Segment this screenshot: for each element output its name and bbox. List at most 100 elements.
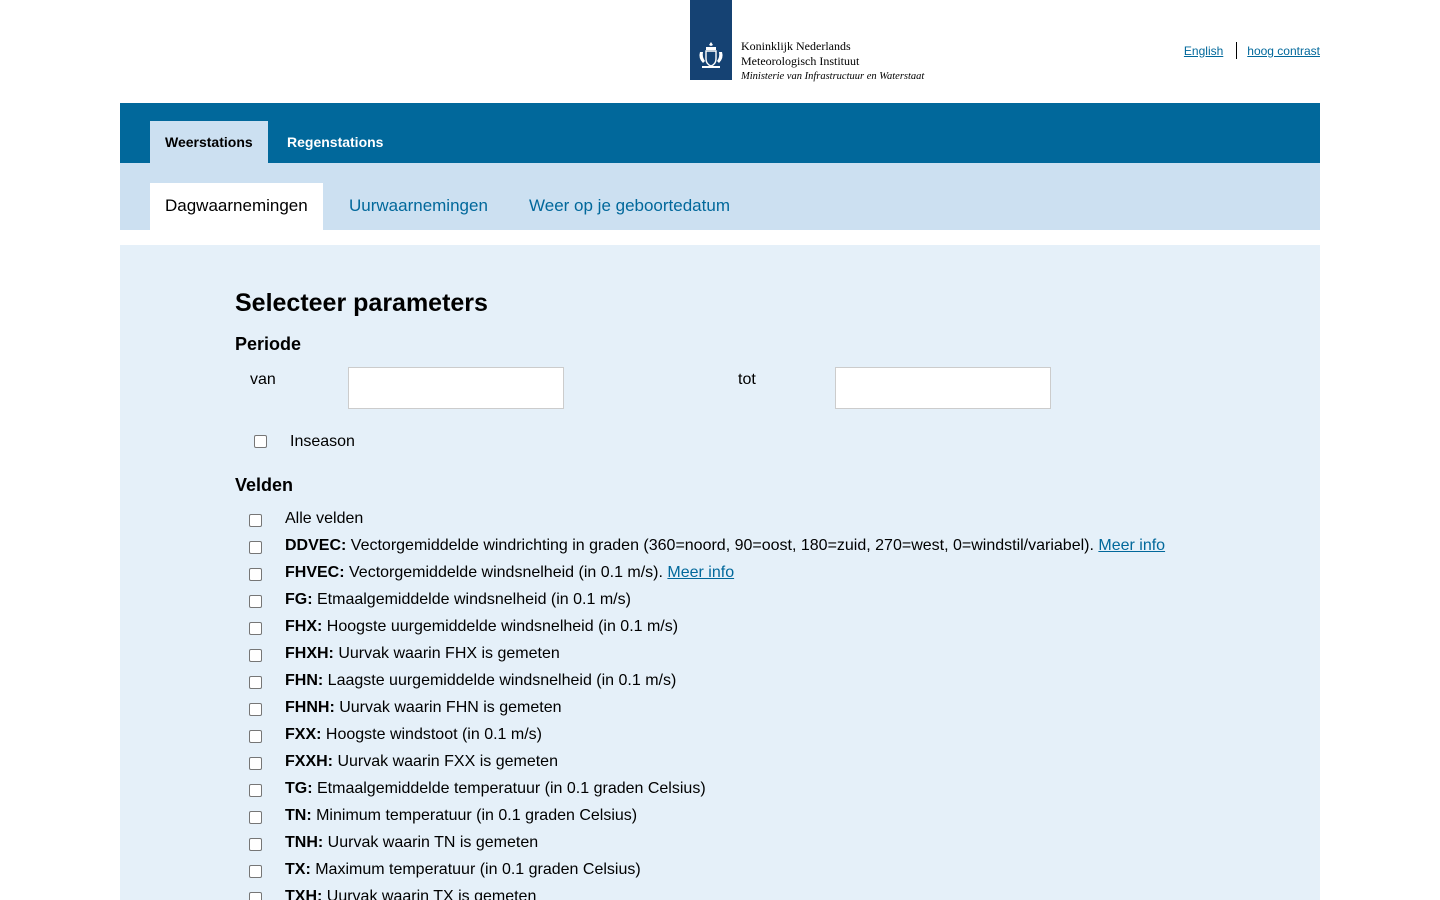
site-header: Koninklijk Nederlands Meteorologisch Ins…	[0, 0, 1440, 103]
high-contrast-link[interactable]: hoog contrast	[1247, 44, 1320, 58]
field-row: TG: Etmaalgemiddelde temperatuur (in 0.1…	[235, 778, 1235, 805]
field-row: FHNH: Uurvak waarin FHN is gemeten	[235, 697, 1235, 724]
field-checkbox[interactable]	[249, 811, 262, 824]
field-row: FG: Etmaalgemiddelde windsnelheid (in 0.…	[235, 589, 1235, 616]
field-checkbox[interactable]	[249, 622, 262, 635]
field-description: Uurvak waarin TN is gemeten	[323, 834, 539, 851]
field-checkbox[interactable]	[249, 838, 262, 851]
secondary-nav: Dagwaarnemingen Uurwaarnemingen Weer op …	[120, 163, 1320, 230]
field-label: TN: Minimum temperatuur (in 0.1 graden C…	[285, 807, 637, 825]
field-code: TNH:	[285, 834, 324, 851]
field-code: FXX:	[285, 726, 322, 743]
from-label: van	[250, 371, 276, 388]
to-date-input[interactable]	[835, 367, 1051, 409]
field-checkbox[interactable]	[249, 649, 262, 662]
primary-nav: Weerstations Regenstations	[120, 103, 1320, 163]
org-name-line1: Koninklijk Nederlands	[741, 39, 851, 53]
field-checkbox[interactable]	[249, 784, 262, 797]
field-description: Uurvak waarin FHN is gemeten	[334, 699, 562, 716]
field-description: Hoogste windstoot (in 0.1 m/s)	[321, 726, 542, 743]
field-label: DDVEC: Vectorgemiddelde windrichting in …	[285, 537, 1165, 555]
tab-dagwaarnemingen[interactable]: Dagwaarnemingen	[150, 183, 323, 230]
field-description: Uurvak waarin TX is gemeten	[322, 888, 537, 900]
field-description: Uurvak waarin FXX is gemeten	[333, 753, 558, 770]
coat-of-arms-icon	[699, 42, 723, 68]
field-checkbox[interactable]	[249, 595, 262, 608]
rijksoverheid-logo[interactable]	[690, 0, 732, 80]
field-row: TXH: Uurvak waarin TX is gemeten	[235, 886, 1235, 900]
org-name-line2: Meteorologisch Instituut	[741, 54, 860, 68]
field-code: TN:	[285, 807, 312, 824]
meer-info-link[interactable]: Meer info	[1098, 537, 1165, 554]
field-row: TNH: Uurvak waarin TN is gemeten	[235, 832, 1235, 859]
utility-links: English hoog contrast	[1184, 42, 1320, 59]
parameter-panel: Selecteer parameters Periode van tot Ins…	[120, 245, 1320, 900]
field-description: Uurvak waarin FHX is gemeten	[333, 645, 560, 662]
field-row: FXXH: Uurvak waarin FXX is gemeten	[235, 751, 1235, 778]
tab-regenstations[interactable]: Regenstations	[272, 121, 398, 163]
field-checkbox[interactable]	[249, 676, 262, 689]
field-description: Hoogste uurgemiddelde windsnelheid (in 0…	[322, 618, 679, 635]
field-label: TNH: Uurvak waarin TN is gemeten	[285, 834, 538, 852]
field-row: FHVEC: Vectorgemiddelde windsnelheid (in…	[235, 562, 1235, 589]
field-description: Etmaalgemiddelde temperatuur (in 0.1 gra…	[312, 780, 706, 797]
all-fields-checkbox[interactable]	[249, 514, 262, 527]
field-label: FXXH: Uurvak waarin FXX is gemeten	[285, 753, 558, 771]
field-label: TX: Maximum temperatuur (in 0.1 graden C…	[285, 861, 641, 879]
to-label: tot	[738, 371, 756, 388]
field-description: Maximum temperatuur (in 0.1 graden Celsi…	[310, 861, 641, 878]
ministry-name: Ministerie van Infrastructuur en Waterst…	[741, 71, 925, 82]
field-code: FHN:	[285, 672, 324, 689]
organisation-name: Koninklijk Nederlands Meteorologisch Ins…	[741, 39, 924, 84]
all-fields-label: Alle velden	[285, 510, 364, 527]
field-code: TXH:	[285, 888, 323, 900]
field-label: FXX: Hoogste windstoot (in 0.1 m/s)	[285, 726, 542, 744]
field-row: FHX: Hoogste uurgemiddelde windsnelheid …	[235, 616, 1235, 643]
field-code: DDVEC:	[285, 537, 347, 554]
field-checkbox[interactable]	[249, 730, 262, 743]
field-description: Vectorgemiddelde windrichting in graden …	[346, 537, 1099, 554]
field-checkbox[interactable]	[249, 892, 262, 900]
inseason-label: Inseason	[290, 433, 355, 450]
field-label: FHVEC: Vectorgemiddelde windsnelheid (in…	[285, 564, 734, 582]
tab-uurwaarnemingen[interactable]: Uurwaarnemingen	[334, 183, 503, 230]
field-checkbox[interactable]	[249, 865, 262, 878]
field-description: Vectorgemiddelde windsnelheid (in 0.1 m/…	[344, 564, 668, 581]
field-row: TX: Maximum temperatuur (in 0.1 graden C…	[235, 859, 1235, 886]
field-label: TG: Etmaalgemiddelde temperatuur (in 0.1…	[285, 780, 706, 798]
field-label: FHXH: Uurvak waarin FHX is gemeten	[285, 645, 560, 663]
field-label: FHNH: Uurvak waarin FHN is gemeten	[285, 699, 562, 717]
field-description: Etmaalgemiddelde windsnelheid (in 0.1 m/…	[312, 591, 631, 608]
tab-weerstations[interactable]: Weerstations	[150, 121, 268, 163]
field-code: FXXH:	[285, 753, 333, 770]
field-code: FHVEC:	[285, 564, 345, 581]
field-checkbox[interactable]	[249, 568, 262, 581]
link-divider	[1236, 42, 1238, 59]
meer-info-link[interactable]: Meer info	[667, 564, 734, 581]
field-label: TXH: Uurvak waarin TX is gemeten	[285, 888, 536, 900]
field-label: FHX: Hoogste uurgemiddelde windsnelheid …	[285, 618, 678, 636]
field-label: FHN: Laagste uurgemiddelde windsnelheid …	[285, 672, 676, 690]
field-checkbox[interactable]	[249, 757, 262, 770]
field-checkbox[interactable]	[249, 541, 262, 554]
field-code: FG:	[285, 591, 313, 608]
field-code: FHXH:	[285, 645, 334, 662]
inseason-checkbox[interactable]	[254, 435, 267, 448]
field-code: FHNH:	[285, 699, 335, 716]
field-checkbox[interactable]	[249, 703, 262, 716]
field-row: FHXH: Uurvak waarin FHX is gemeten	[235, 643, 1235, 670]
field-code: TG:	[285, 780, 313, 797]
field-row: FXX: Hoogste windstoot (in 0.1 m/s)	[235, 724, 1235, 751]
field-label: FG: Etmaalgemiddelde windsnelheid (in 0.…	[285, 591, 631, 609]
field-row: FHN: Laagste uurgemiddelde windsnelheid …	[235, 670, 1235, 697]
language-english-link[interactable]: English	[1184, 44, 1223, 58]
from-date-input[interactable]	[348, 367, 564, 409]
field-description: Laagste uurgemiddelde windsnelheid (in 0…	[323, 672, 677, 689]
field-row-all: Alle velden	[235, 508, 1235, 535]
field-row: DDVEC: Vectorgemiddelde windrichting in …	[235, 535, 1235, 562]
field-row: TN: Minimum temperatuur (in 0.1 graden C…	[235, 805, 1235, 832]
field-code: TX:	[285, 861, 311, 878]
tab-weer-op-geboortedatum[interactable]: Weer op je geboortedatum	[514, 183, 745, 230]
page-title: Selecteer parameters	[235, 289, 488, 317]
field-description: Minimum temperatuur (in 0.1 graden Celsi…	[311, 807, 638, 824]
